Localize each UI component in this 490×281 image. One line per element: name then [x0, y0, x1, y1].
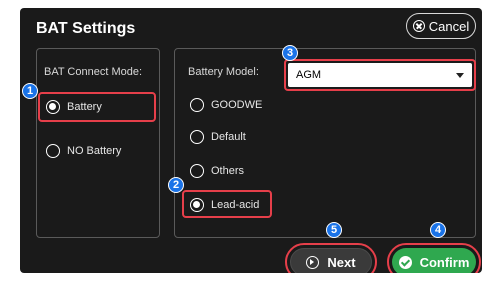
highlight-box	[285, 243, 377, 273]
connect-mode-label: BAT Connect Mode:	[44, 66, 143, 78]
radio-label: NO Battery	[67, 145, 122, 157]
radio-label: Default	[211, 131, 246, 143]
radio-goodwe[interactable]: GOODWE	[190, 98, 262, 112]
step-badge-2: 2	[168, 177, 184, 193]
highlight-box	[387, 243, 481, 273]
step-badge-3: 3	[282, 45, 298, 61]
step-badge-4: 4	[430, 222, 446, 238]
cancel-label: Cancel	[428, 18, 470, 34]
cancel-button[interactable]: Cancel	[406, 13, 476, 39]
step-badge-1: 1	[22, 83, 38, 99]
radio-default[interactable]: Default	[190, 130, 246, 144]
page-title: BAT Settings	[36, 20, 136, 37]
step-badge-5: 5	[326, 222, 342, 238]
radio-unchecked-icon	[46, 144, 60, 158]
battery-model-label: Battery Model:	[188, 66, 259, 78]
bat-settings-screen: BAT Settings Cancel BAT Connect Mode: Ba…	[20, 8, 482, 273]
close-circle-icon	[412, 20, 425, 32]
radio-unchecked-icon	[190, 98, 204, 112]
highlight-box	[38, 92, 156, 122]
radio-label: Others	[211, 165, 245, 177]
highlight-box	[182, 190, 272, 218]
radio-unchecked-icon	[190, 164, 204, 178]
radio-label: GOODWE	[211, 99, 263, 111]
radio-unchecked-icon	[190, 130, 204, 144]
radio-no-battery[interactable]: NO Battery	[46, 144, 121, 158]
radio-others[interactable]: Others	[190, 164, 244, 178]
highlight-box	[284, 59, 476, 91]
